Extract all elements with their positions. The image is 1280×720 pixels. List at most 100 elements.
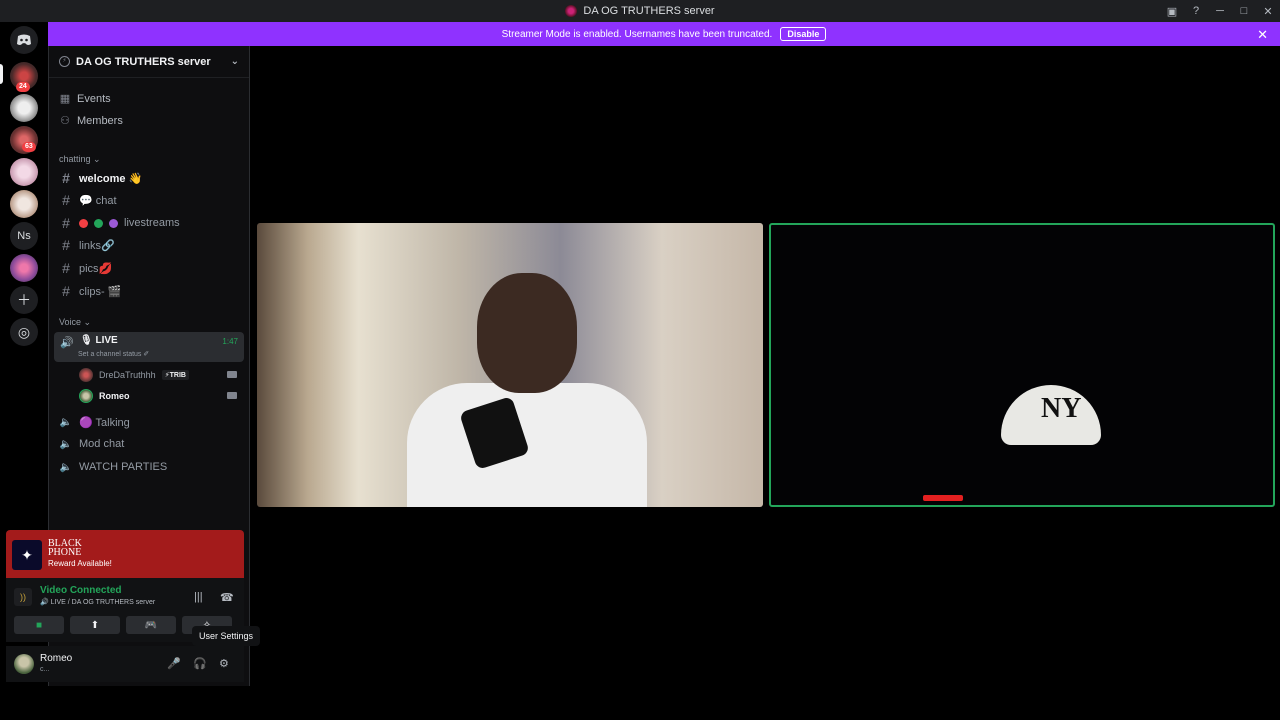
- channel-label: clips- 🎬: [79, 285, 122, 298]
- channel-label: WATCH PARTIES: [79, 461, 168, 473]
- server-badge: 63: [22, 142, 36, 152]
- channel-chat[interactable]: # 💬 chat: [59, 190, 243, 210]
- category-label: Voice: [59, 317, 82, 327]
- speaker-icon: 🔈: [59, 461, 73, 473]
- avatar: [79, 368, 93, 382]
- cap-logo: NY: [1041, 393, 1082, 424]
- channel-clips[interactable]: # clips- 🎬: [59, 281, 243, 301]
- streamer-mode-banner: Streamer Mode is enabled. Usernames have…: [48, 22, 1280, 46]
- headphones-icon[interactable]: 🎧: [193, 657, 207, 670]
- voice-channel-talking[interactable]: 🔈 🟣 Talking: [59, 412, 243, 432]
- channel-welcome[interactable]: # welcome 👋: [59, 168, 243, 188]
- purple-dot-icon: [109, 218, 118, 228]
- promo-logo-icon: ✦: [12, 540, 42, 570]
- promo-title: BLACK PHONE: [48, 538, 82, 558]
- speaker-icon: 🔈: [59, 416, 73, 428]
- reward-promo[interactable]: ✦ BLACK PHONE Reward Available!: [6, 530, 244, 578]
- nav-label: Members: [77, 114, 123, 127]
- nav-members[interactable]: ⚇ Members: [59, 114, 123, 128]
- title-bar: DA OG TRUTHERS server ▣ ? ─ □ ✕: [0, 0, 1280, 22]
- inbox-icon[interactable]: ▣: [1160, 0, 1184, 22]
- video-tile-1[interactable]: [257, 223, 763, 507]
- activity-button[interactable]: 🎮: [126, 616, 176, 634]
- avatar: [79, 389, 93, 403]
- channel-label: Mod chat: [79, 438, 125, 450]
- promo-subtitle: Reward Available!: [48, 559, 112, 568]
- close-icon[interactable]: ✕: [1257, 27, 1268, 43]
- minimize-button[interactable]: ─: [1208, 0, 1232, 22]
- add-server-icon[interactable]: ＋: [10, 286, 38, 314]
- calendar-icon: ▦: [59, 93, 71, 105]
- nav-label: Events: [77, 92, 111, 105]
- voice-status-subtitle[interactable]: 🔊 LIVE / DA OG TRUTHERS server: [40, 598, 155, 606]
- hash-icon: #: [62, 215, 70, 231]
- channel-status[interactable]: Set a channel status ✐: [78, 350, 149, 358]
- voice-channel-mod-chat[interactable]: 🔈 Mod chat: [59, 434, 243, 454]
- window-title-text: DA OG TRUTHERS server: [583, 5, 715, 17]
- chevron-down-icon: ⌄: [230, 56, 239, 67]
- user-name[interactable]: Romeo: [40, 653, 72, 664]
- close-window-button[interactable]: ✕: [1256, 0, 1280, 22]
- voice-user-name: Romeo: [99, 391, 130, 401]
- nav-events[interactable]: ▦ Events: [59, 92, 111, 106]
- voice-user-romeo[interactable]: Romeo: [79, 389, 130, 403]
- window-title: DA OG TRUTHERS server: [565, 5, 715, 17]
- server-icon-ns[interactable]: Ns: [10, 222, 38, 250]
- camera-icon: [227, 371, 237, 378]
- voice-channel-watch-parties[interactable]: 🔈 WATCH PARTIES: [59, 457, 243, 477]
- speaker-icon: 🔈: [59, 438, 73, 450]
- category-chatting[interactable]: chatting ⌄: [59, 154, 101, 165]
- green-dot-icon: [94, 218, 103, 228]
- maximize-button[interactable]: □: [1232, 0, 1256, 22]
- server-boost-icon: ⚡: [59, 56, 70, 67]
- disconnect-icon[interactable]: ☎: [220, 591, 234, 604]
- user-panel: Romeo c... 🎤 🎧 ⚙: [6, 646, 244, 682]
- participant-video: [407, 273, 647, 507]
- voice-channel-live[interactable]: 🔊 🎙 LIVE Set a channel status ✐ 1:47: [54, 332, 244, 362]
- disable-button[interactable]: Disable: [780, 27, 827, 41]
- channel-label: livestreams: [124, 217, 180, 229]
- red-dot-icon: [79, 218, 88, 228]
- window-controls: ▣ ? ─ □ ✕: [1160, 0, 1280, 22]
- hash-icon: #: [62, 237, 70, 253]
- server-icon-5[interactable]: [10, 190, 38, 218]
- server-icon-6[interactable]: [10, 254, 38, 282]
- channel-label: welcome 👋: [79, 172, 143, 185]
- noise-suppression-icon[interactable]: |||: [194, 591, 203, 603]
- channel-links[interactable]: # links🔗: [59, 235, 243, 255]
- voice-channel-name: 🎙 LIVE: [80, 335, 118, 346]
- avatar[interactable]: [14, 654, 34, 674]
- signal-icon[interactable]: )): [14, 588, 32, 606]
- active-server-pill: [0, 64, 3, 84]
- category-voice[interactable]: Voice ⌄: [59, 317, 91, 328]
- voice-timer: 1:47: [222, 337, 238, 346]
- hash-icon: #: [62, 192, 70, 208]
- channel-label: links🔗: [79, 239, 115, 252]
- gear-icon[interactable]: ⚙: [219, 657, 229, 670]
- hash-icon: #: [62, 170, 70, 186]
- user-settings-tooltip: User Settings: [192, 626, 261, 646]
- server-header[interactable]: ⚡ DA OG TRUTHERS server ⌄: [49, 46, 249, 78]
- channel-pics[interactable]: # pics💋: [59, 258, 243, 278]
- camera-button[interactable]: ■: [14, 616, 64, 634]
- server-icon-2[interactable]: [10, 94, 38, 122]
- banner-text: Streamer Mode is enabled. Usernames have…: [501, 28, 773, 40]
- server-name: DA OG TRUTHERS server: [76, 55, 211, 68]
- hash-icon: #: [62, 260, 70, 276]
- channel-label: 🟣 Talking: [79, 416, 130, 429]
- speaker-icon: 🔊: [60, 337, 74, 349]
- server-icon-4[interactable]: [10, 158, 38, 186]
- voice-user-dredatruthhh[interactable]: DreDaTruthhh ⚡TRIB: [79, 368, 189, 382]
- help-icon[interactable]: ?: [1184, 0, 1208, 22]
- discover-icon[interactable]: ◎: [10, 318, 38, 346]
- discord-home-icon[interactable]: [10, 26, 38, 54]
- microphone-icon[interactable]: 🎤: [167, 657, 181, 670]
- screen-share-button[interactable]: ⬆: [70, 616, 120, 634]
- video-tile-2[interactable]: NY: [769, 223, 1275, 507]
- channel-livestreams[interactable]: # livestreams: [59, 213, 243, 233]
- channel-label: pics💋: [79, 262, 113, 275]
- server-ns-label: Ns: [17, 230, 31, 242]
- voice-status-title[interactable]: Video Connected: [40, 585, 122, 596]
- server-badge: 24: [16, 82, 30, 92]
- channel-label: 💬 chat: [79, 194, 117, 207]
